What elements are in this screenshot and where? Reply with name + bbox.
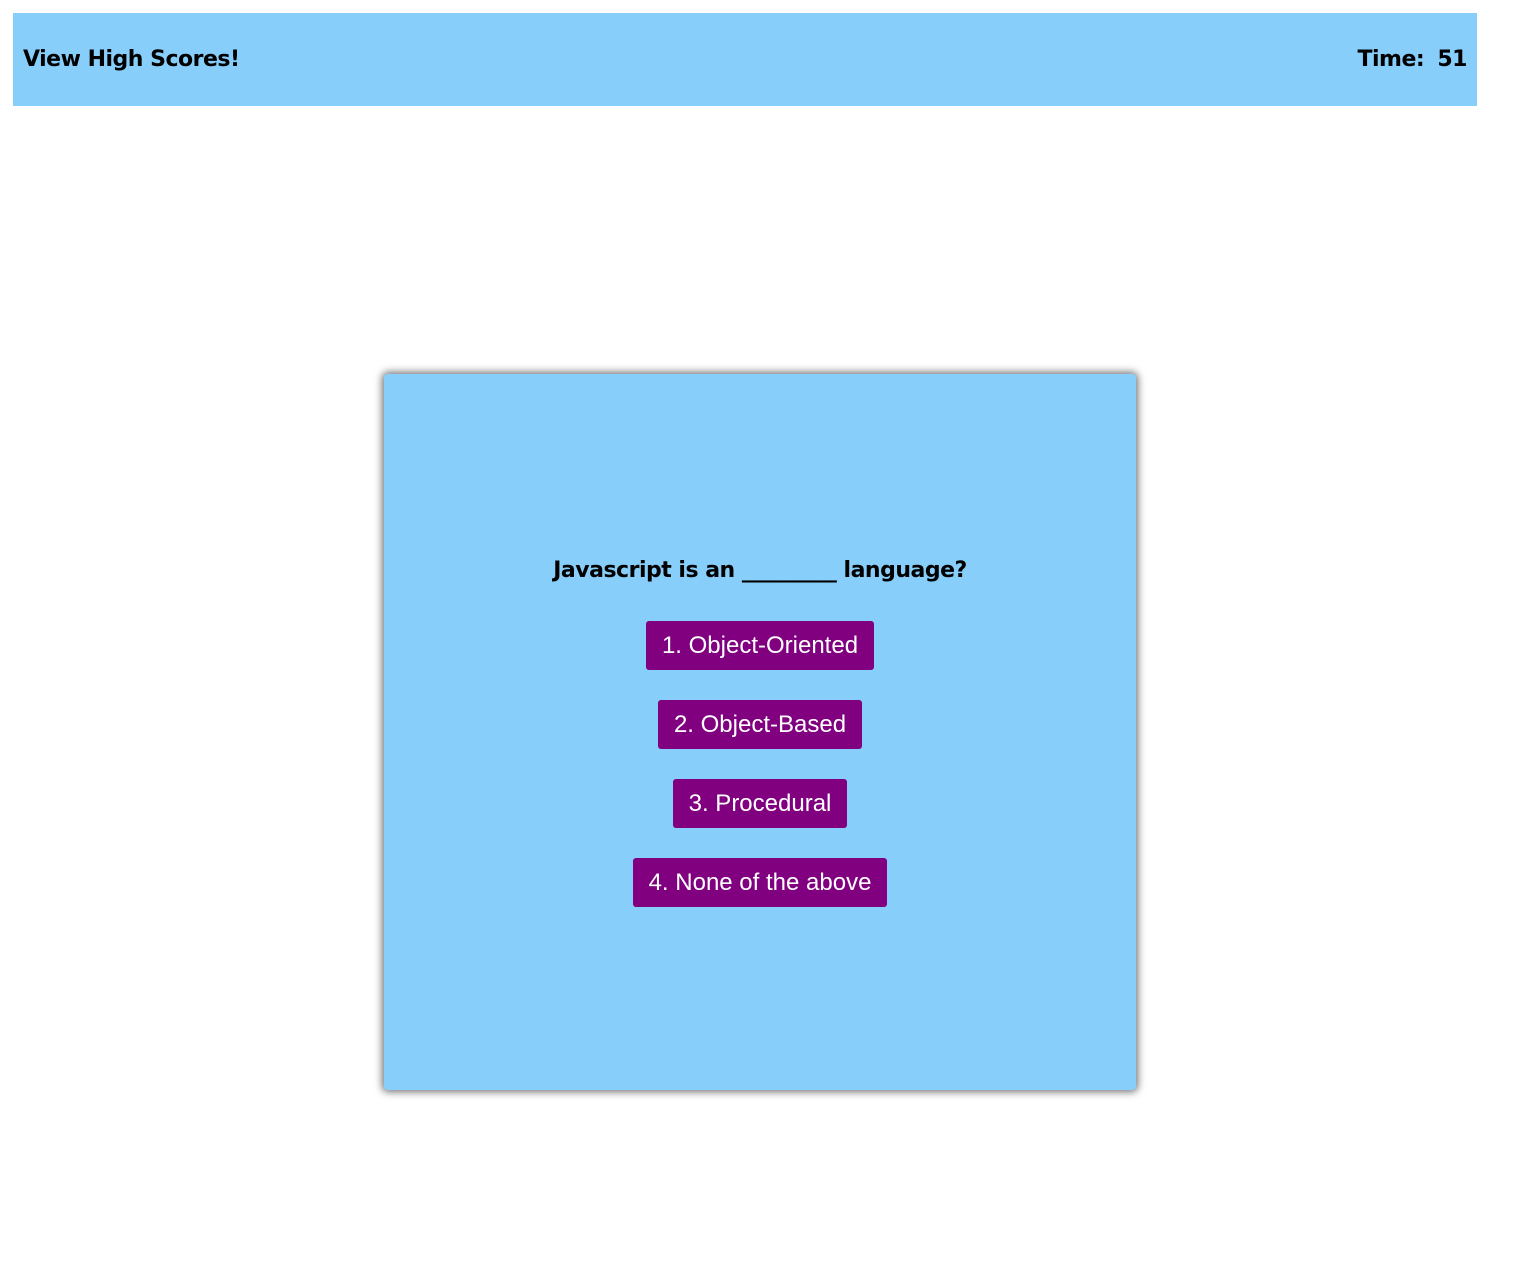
choice-button-2[interactable]: 2. Object-Based <box>657 699 863 749</box>
timer-label: Time: <box>1357 47 1425 72</box>
quiz-card: Javascript is an _________ language? 1. … <box>384 374 1136 1090</box>
view-high-scores-link[interactable]: View High Scores! <box>23 47 240 72</box>
timer-value: 51 <box>1437 47 1467 72</box>
timer: Time: 51 <box>1358 47 1468 72</box>
choice-button-1[interactable]: 1. Object-Oriented <box>645 620 875 670</box>
choice-button-4[interactable]: 4. None of the above <box>632 857 888 907</box>
header-bar: View High Scores! Time: 51 <box>13 13 1477 106</box>
question-text: Javascript is an _________ language? <box>553 557 967 583</box>
choice-button-3[interactable]: 3. Procedural <box>672 778 848 828</box>
choices-list: 1. Object-Oriented 2. Object-Based 3. Pr… <box>632 620 888 907</box>
